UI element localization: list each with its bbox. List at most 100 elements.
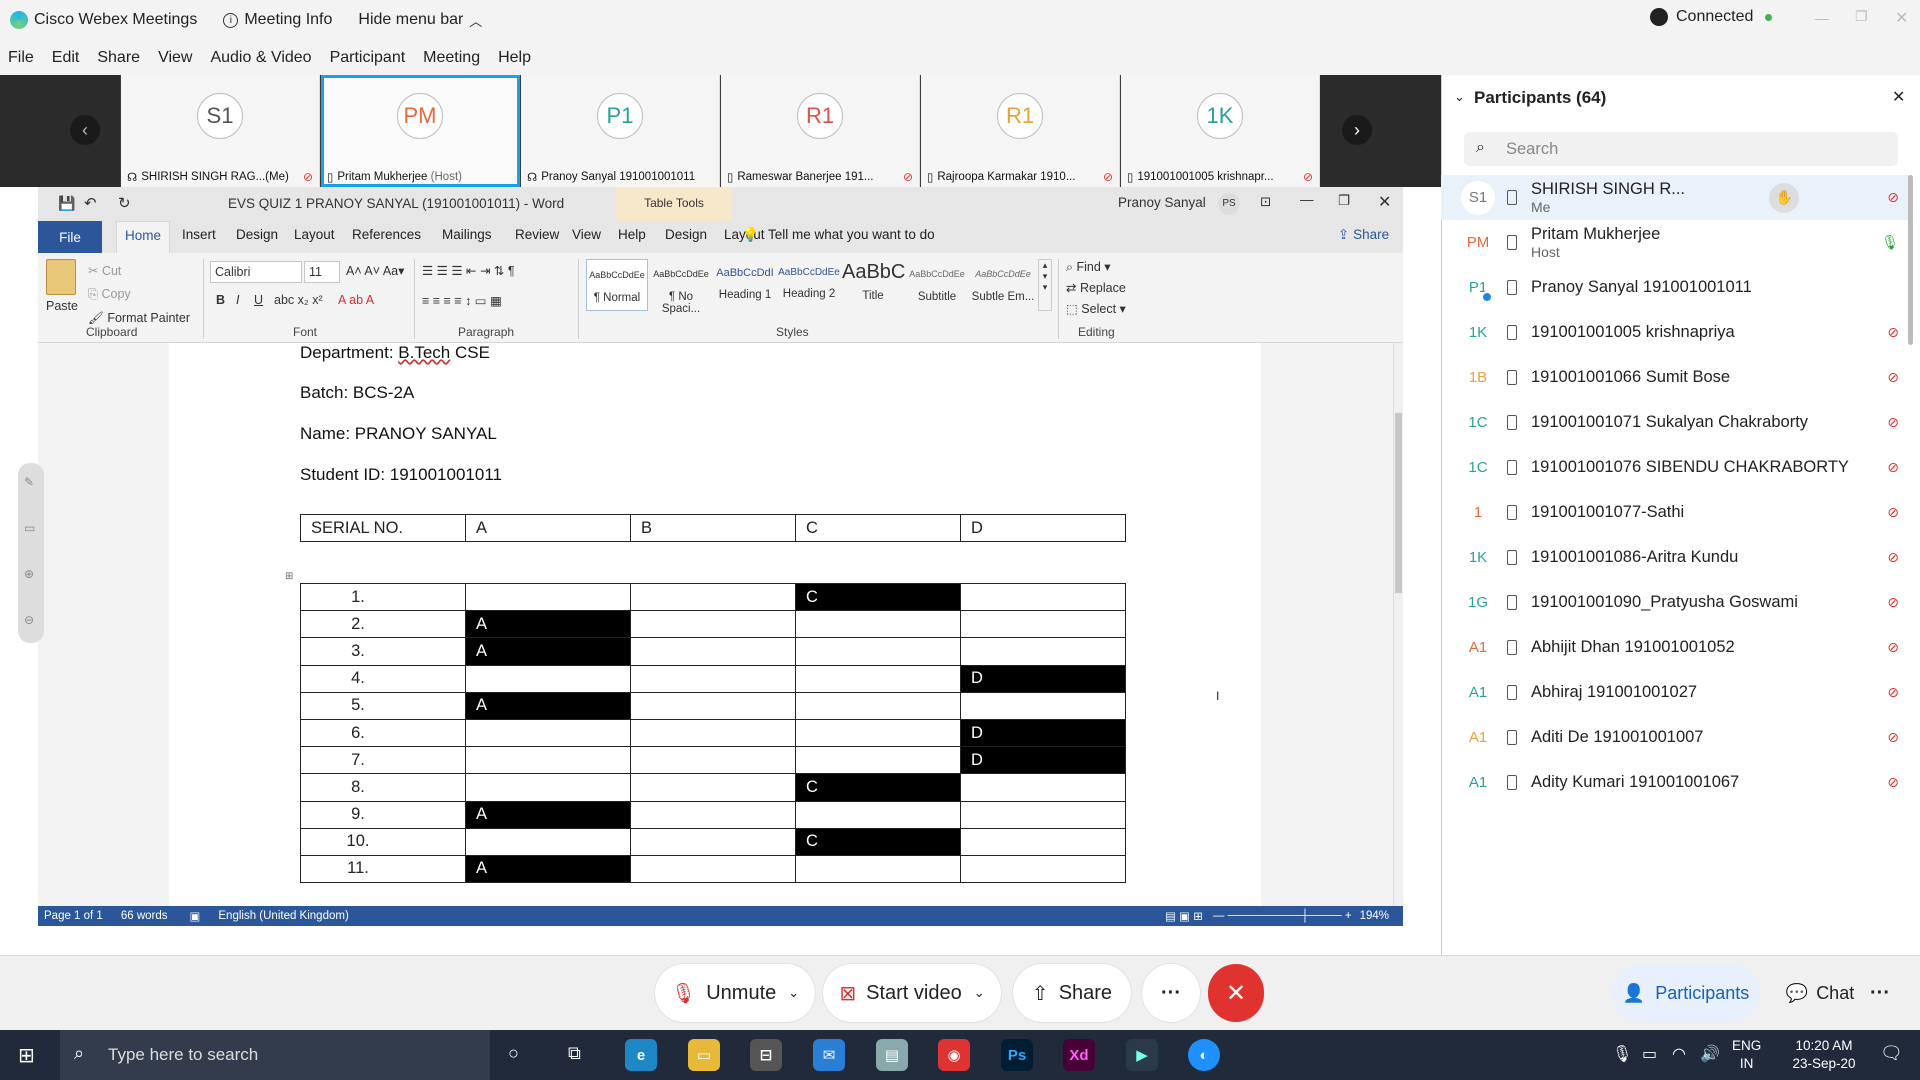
participant-row[interactable]: P1 Pranoy Sanyal 191001001011: [1441, 265, 1911, 310]
participant-row[interactable]: 1B 191001001066 Sumit Bose ⊘: [1441, 355, 1911, 400]
chevron-down-icon[interactable]: ⌄: [974, 985, 985, 1001]
video-tile[interactable]: 1K ▯ 191001001005 krishnapr... ⊘: [1121, 75, 1320, 187]
task-view-icon[interactable]: ⧉: [568, 1043, 581, 1064]
tab-file[interactable]: File: [38, 221, 102, 253]
zoom-slider[interactable]: — ─────────┼──── +: [1213, 910, 1352, 922]
participant-row[interactable]: S1 SHIRISH SINGH R... Me ✋ ⊘: [1441, 175, 1911, 220]
align-left-icon[interactable]: ≡ ≡ ≡ ≡ ↕ ▭ ▦: [422, 293, 502, 308]
participant-row[interactable]: 1C 191001001076 SIBENDU CHAKRABORTY ⊘: [1441, 445, 1911, 490]
mic-on-icon[interactable]: 🎙: [1881, 234, 1899, 251]
participant-scrollbar[interactable]: [1908, 175, 1913, 345]
photoshop-icon[interactable]: Ps: [1001, 1039, 1033, 1071]
chevron-right-icon[interactable]: ›: [1342, 115, 1372, 145]
leave-meeting-button[interactable]: ✕: [1208, 964, 1264, 1022]
style-subtitle[interactable]: AaBbCcDdEe Subtitle: [906, 269, 968, 303]
page-count[interactable]: Page 1 of 1: [44, 910, 103, 922]
ribbon-display-icon[interactable]: ⊡: [1260, 194, 1271, 210]
chrome-icon[interactable]: ◉: [938, 1039, 970, 1071]
participant-row[interactable]: 1C 191001001071 Sukalyan Chakraborty ⊘: [1441, 400, 1911, 445]
share-content-button[interactable]: ⇧ Share: [1013, 964, 1131, 1022]
participants-toggle-button[interactable]: 👤 Participants: [1612, 964, 1760, 1022]
word-minimize-button[interactable]: —: [1300, 192, 1314, 207]
tab-design[interactable]: Design: [236, 227, 278, 242]
strikethrough-icon[interactable]: abc x₂ x²: [274, 293, 323, 307]
participant-row[interactable]: 1K 191001001005 krishnapriya ⊘: [1441, 310, 1911, 355]
mic-muted-icon[interactable]: ⊘: [1887, 684, 1899, 701]
participant-row[interactable]: A1 Aditi De 191001001007 ⊘: [1441, 715, 1911, 760]
webex-taskbar-icon[interactable]: ◐: [1188, 1039, 1220, 1071]
style-heading-2[interactable]: AaBbCcDdEe Heading 2: [778, 267, 840, 300]
underline-icon[interactable]: U: [254, 293, 263, 307]
wifi-icon[interactable]: ◠: [1672, 1044, 1686, 1064]
menu-file[interactable]: File: [6, 47, 36, 69]
word-restore-button[interactable]: ❐: [1338, 193, 1350, 209]
menu-help[interactable]: Help: [496, 47, 533, 69]
word-user-avatar[interactable]: PS: [1218, 193, 1240, 215]
unmute-button[interactable]: 🎙 Unmute ⌄: [655, 964, 815, 1022]
scrollbar-thumb[interactable]: [1395, 413, 1402, 593]
cortana-icon[interactable]: ○: [508, 1043, 519, 1064]
volume-icon[interactable]: 🔊: [1700, 1044, 1720, 1064]
undo-icon[interactable]: ↶: [84, 194, 97, 212]
style-title[interactable]: AaBbC Title: [842, 261, 905, 302]
style-no-spacing[interactable]: AaBbCcDdEe ¶ No Spaci...: [650, 269, 712, 315]
participant-search-input[interactable]: ⌕ Search: [1464, 132, 1898, 166]
collapse-chevron-icon[interactable]: ⌄: [1454, 89, 1465, 105]
mic-muted-icon[interactable]: ⊘: [1887, 504, 1899, 521]
tab-view[interactable]: View: [572, 227, 601, 242]
bullets-icon[interactable]: ☰ ☰ ☰ ⇤ ⇥ ⇅ ¶: [422, 263, 515, 278]
select-button[interactable]: ⬚ Select ▾: [1066, 301, 1126, 316]
paste-button[interactable]: Paste: [46, 299, 78, 313]
video-tile[interactable]: S1 ☊ SHIRISH SINGH RAG...(Me) ⊘: [121, 75, 320, 187]
menu-view[interactable]: View: [156, 47, 194, 69]
menu-participant[interactable]: Participant: [328, 47, 408, 69]
mic-muted-icon[interactable]: ⊘: [1887, 594, 1899, 611]
save-icon[interactable]: 💾: [58, 195, 75, 212]
proofing-icon[interactable]: ▣: [190, 909, 201, 923]
mic-muted-icon[interactable]: ⊘: [1887, 549, 1899, 566]
panel-more-button[interactable]: ···: [1858, 964, 1902, 1022]
file-explorer-icon[interactable]: ▭: [688, 1039, 720, 1071]
participant-row[interactable]: A1 Abhiraj 191001001027 ⊘: [1441, 670, 1911, 715]
replace-button[interactable]: ⇄ Replace: [1066, 280, 1126, 295]
close-panel-icon[interactable]: ✕: [1892, 87, 1905, 107]
menu-share[interactable]: Share: [95, 47, 142, 69]
bold-icon[interactable]: B: [216, 293, 225, 307]
menu-meeting[interactable]: Meeting: [421, 47, 482, 69]
participant-row[interactable]: 1G 191001001090_Pratyusha Goswami ⊘: [1441, 580, 1911, 625]
document-page[interactable]: Department: B.Tech CSE Batch: BCS-2A Nam…: [169, 343, 1261, 906]
styles-more-icon[interactable]: ▴ ▾ ▾: [1038, 259, 1052, 311]
pen-icon[interactable]: ✎: [24, 475, 34, 489]
view-buttons-icon[interactable]: ▤ ▣ ⊞: [1165, 909, 1203, 923]
tab-home[interactable]: Home: [116, 221, 171, 253]
mail-icon[interactable]: ✉: [813, 1039, 845, 1071]
windows-start-icon[interactable]: ⊞: [18, 1043, 35, 1068]
clock[interactable]: 10:20 AM 23-Sep-20: [1776, 1037, 1872, 1073]
zoom-level[interactable]: 194%: [1360, 910, 1389, 922]
mic-muted-icon[interactable]: ⊘: [1887, 729, 1899, 746]
battery-icon[interactable]: ▭: [1642, 1044, 1657, 1064]
tab-layout[interactable]: Layout: [294, 227, 335, 242]
store-icon[interactable]: ⊟: [750, 1039, 782, 1071]
video-tile[interactable]: R1 ▯ Rameswar Banerjee 191... ⊘: [721, 75, 920, 187]
copy-button[interactable]: ⎘ Copy: [88, 287, 131, 302]
maximize-button[interactable]: ❐: [1855, 8, 1868, 25]
close-window-button[interactable]: ✕: [1895, 8, 1908, 28]
vertical-scrollbar[interactable]: [1393, 343, 1403, 906]
notifications-icon[interactable]: 🗨: [1880, 1043, 1903, 1064]
word-count[interactable]: 66 words: [121, 910, 168, 922]
tab-help[interactable]: Help: [618, 227, 646, 242]
word-user-name[interactable]: Pranoy Sanyal: [1118, 195, 1206, 210]
paste-icon[interactable]: [46, 259, 76, 295]
minimize-button[interactable]: —: [1815, 10, 1829, 26]
zoom-out-icon[interactable]: ⊖: [24, 613, 34, 627]
mic-muted-icon[interactable]: ⊘: [1887, 414, 1899, 431]
tab-insert[interactable]: Insert: [182, 227, 216, 242]
zoom-in-icon[interactable]: ⊕: [24, 567, 34, 581]
video-tile[interactable]: R1 ▯ Rajroopa Karmakar 1910... ⊘: [921, 75, 1120, 187]
tab-table-design[interactable]: Design: [665, 227, 707, 242]
participant-row[interactable]: PM Pritam Mukherjee Host 🎙: [1441, 220, 1911, 265]
start-video-button[interactable]: ⊠ Start video ⌄: [823, 964, 1001, 1022]
chevron-down-icon[interactable]: ⌄: [788, 985, 799, 1001]
more-options-button[interactable]: ···: [1142, 964, 1200, 1022]
